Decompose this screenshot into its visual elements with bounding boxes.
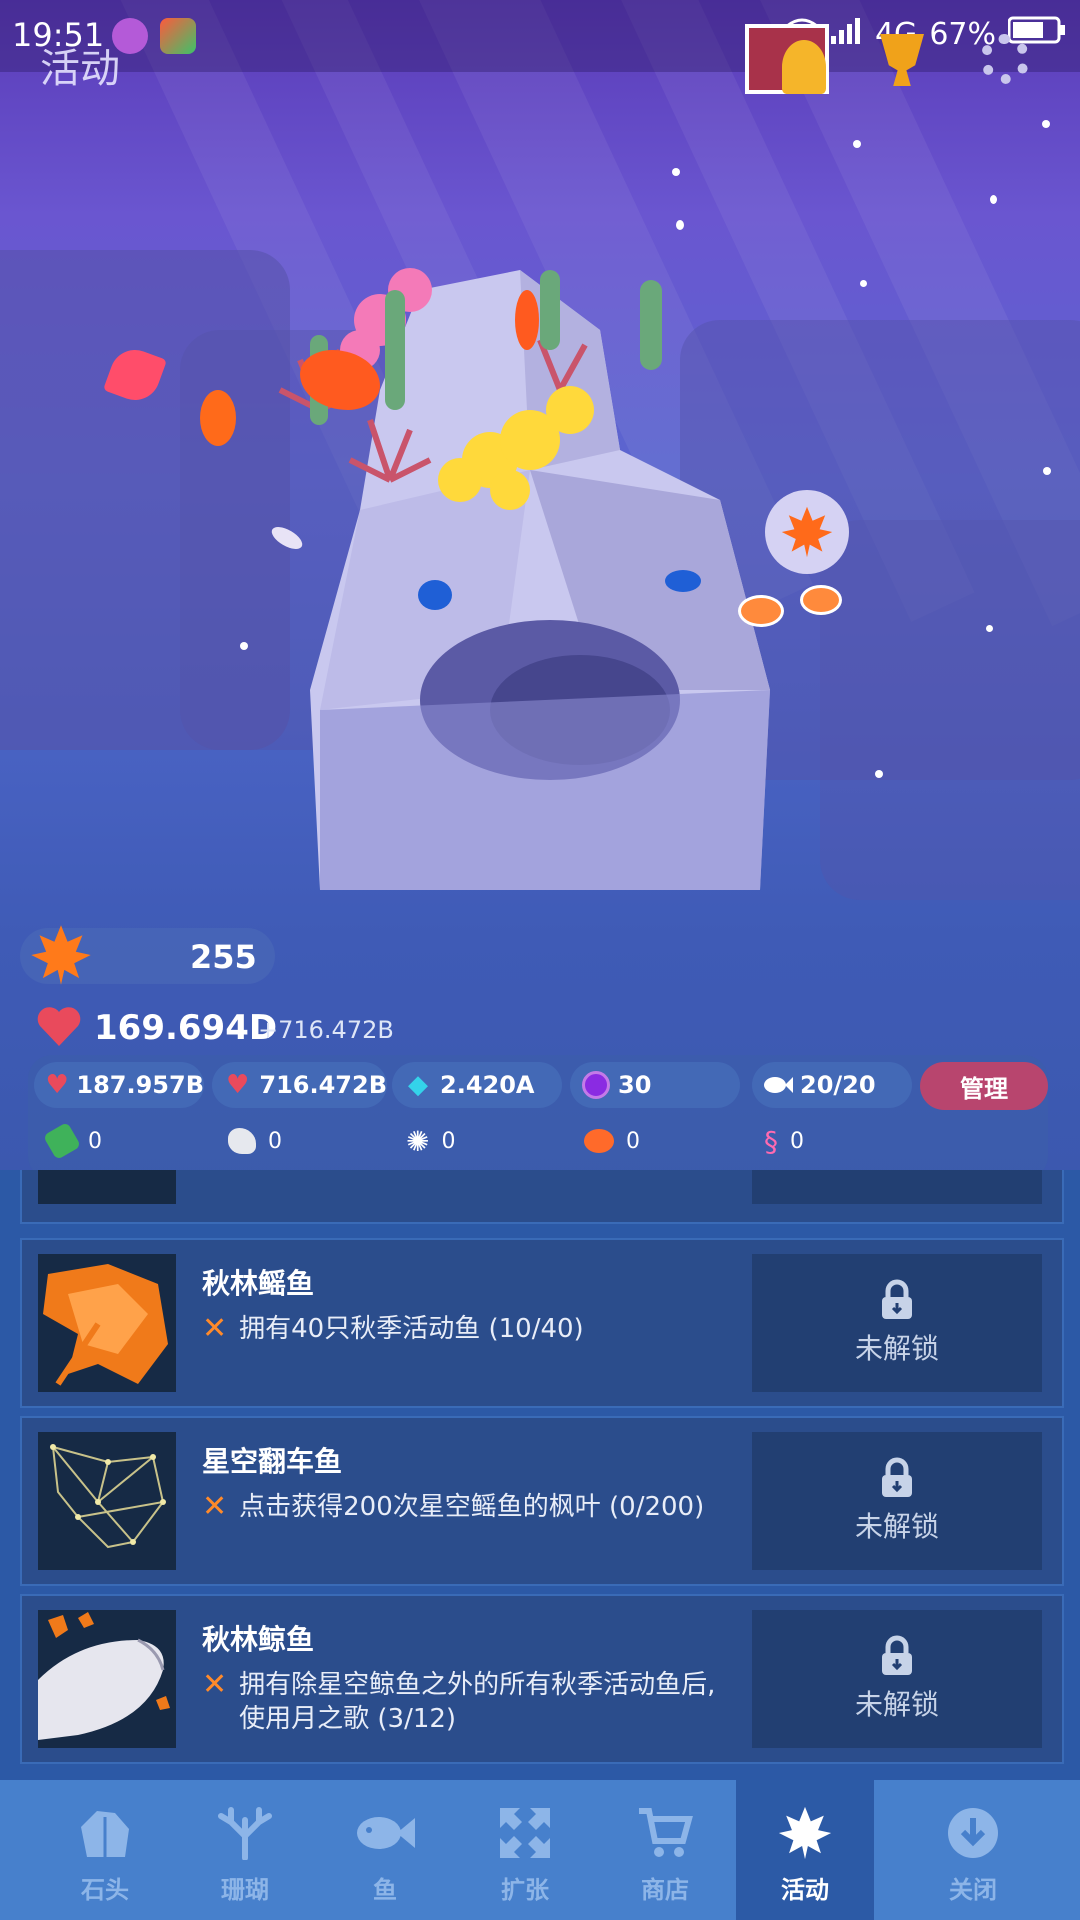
fish-name: 星空翻车鱼 xyxy=(202,1445,343,1478)
tap-value: 187.957B xyxy=(76,1071,204,1099)
urchin-icon: ✺ xyxy=(406,1124,430,1158)
heart-timer-icon: ♥ xyxy=(226,1070,250,1100)
fish-thumbnail xyxy=(38,1610,176,1748)
maple-fish[interactable] xyxy=(200,390,236,446)
coral-garden xyxy=(278,268,662,510)
seaweed-icon xyxy=(42,1121,82,1161)
maple-whale-image xyxy=(38,1612,170,1740)
list-item[interactable]: 星空翻车鱼 ✕ 点击获得200次星空鳐鱼的枫叶 (0/200) 未解锁 xyxy=(20,1416,1064,1586)
bottom-tab-bar: 石头 珊瑚 鱼 扩张 商店 活动 关闭 xyxy=(0,1780,1080,1920)
fish-count-value: 20/20 xyxy=(800,1071,876,1099)
unlock-condition: ✕ 拥有除星空鲸鱼之外的所有秋季活动鱼后, 使用月之歌 (3/12) xyxy=(202,1667,716,1735)
vitality-total: 169.694D xyxy=(94,1008,278,1048)
unlock-condition: ✕ 拥有40只秋季活动鱼 (10/40) xyxy=(202,1311,584,1346)
item-seaweed: 0 xyxy=(42,1120,102,1162)
medal-icon[interactable] xyxy=(782,40,826,94)
maple-leaf-icon xyxy=(776,1804,834,1862)
maple-ray-image xyxy=(43,1264,168,1386)
tap-value-stat: ♥ 187.957B xyxy=(34,1062,204,1108)
fish-icon xyxy=(762,1069,794,1101)
list-item[interactable]: 秋林鲸鱼 ✕ 拥有除星空鲸鱼之外的所有秋季活动鱼后, 使用月之歌 (3/12) … xyxy=(20,1594,1064,1764)
vitality-display: 169.694D +716.472B xyxy=(30,1002,394,1058)
constellation-sunfish-image xyxy=(50,1444,166,1549)
settings-gear-icon[interactable] xyxy=(980,34,1030,84)
tab-close[interactable]: 关闭 xyxy=(904,1780,1042,1920)
maple-count: 255 xyxy=(190,938,257,976)
pearls-value: 30 xyxy=(618,1071,652,1099)
per-second-value: 716.472B xyxy=(259,1071,387,1099)
lock-icon xyxy=(882,1457,912,1497)
rock-icon xyxy=(77,1804,133,1862)
clownfish[interactable] xyxy=(800,585,842,615)
lock-icon xyxy=(882,1635,912,1675)
cross-icon: ✕ xyxy=(202,1489,228,1524)
shell-icon xyxy=(228,1128,256,1154)
locked-badge xyxy=(752,1170,1042,1204)
fish-thumbnail xyxy=(38,1254,176,1392)
lock-icon xyxy=(882,1279,912,1319)
gems-value: 2.420A xyxy=(440,1071,535,1099)
unlock-button[interactable]: 未解锁 xyxy=(752,1610,1042,1748)
item-crab: 0 xyxy=(584,1120,640,1162)
unlock-button[interactable]: 未解锁 xyxy=(752,1254,1042,1392)
fish-thumbnail xyxy=(38,1432,176,1570)
close-down-icon xyxy=(946,1804,1000,1862)
list-item[interactable]: 秋林鳐鱼 ✕ 拥有40只秋季活动鱼 (10/40) 未解锁 xyxy=(20,1238,1064,1408)
item-shell: 0 xyxy=(228,1120,282,1162)
cart-icon xyxy=(637,1804,693,1862)
coral-icon xyxy=(217,1804,273,1862)
tab-shop[interactable]: 商店 xyxy=(596,1780,734,1920)
diamond-icon: ◆ xyxy=(408,1070,428,1100)
item-urchin: ✺ 0 xyxy=(406,1124,456,1158)
blue-tang-fish[interactable] xyxy=(665,570,701,592)
fish-name: 秋林鳐鱼 xyxy=(202,1267,315,1300)
pearl-icon xyxy=(580,1069,612,1101)
aquarium-scene[interactable]: 19:51 4G 67% 活动 255 169.694D +716.472B xyxy=(0,0,1080,1200)
pearls-stat: 30 xyxy=(570,1062,740,1108)
seahorse-icon: § xyxy=(764,1124,778,1158)
app-store-icon xyxy=(160,18,196,54)
fish-icon xyxy=(355,1804,415,1862)
maple-fish[interactable] xyxy=(515,290,539,350)
clownfish[interactable] xyxy=(738,595,784,627)
unlock-button[interactable]: 未解锁 xyxy=(752,1432,1042,1570)
heart-tap-icon: ♥ xyxy=(45,1070,69,1100)
per-second-stat: ♥ 716.472B xyxy=(212,1062,387,1108)
cross-icon: ✕ xyxy=(202,1667,228,1702)
blue-tang-fish[interactable] xyxy=(418,580,452,610)
fish-name: 秋林鲸鱼 xyxy=(202,1623,315,1656)
maple-leaf-icon xyxy=(781,506,833,558)
expand-icon xyxy=(498,1804,552,1862)
signal-icon xyxy=(830,17,863,52)
vitality-rate: +716.472B xyxy=(258,1016,394,1044)
tab-coral[interactable]: 珊瑚 xyxy=(176,1780,314,1920)
unlock-condition: ✕ 点击获得200次星空鳐鱼的枫叶 (0/200) xyxy=(202,1489,705,1524)
tab-activity[interactable]: 活动 xyxy=(736,1780,874,1920)
gems-stat: ◆ 2.420A xyxy=(392,1062,562,1108)
maple-currency: 255 xyxy=(20,925,275,985)
tab-expand[interactable]: 扩张 xyxy=(456,1780,594,1920)
maple-leaf-bubble[interactable] xyxy=(765,490,849,574)
manage-button[interactable]: 管理 xyxy=(920,1062,1048,1110)
list-item[interactable] xyxy=(20,1170,1064,1224)
cross-icon: ✕ xyxy=(202,1311,228,1346)
screen-title: 活动 xyxy=(40,46,120,92)
tab-rock[interactable]: 石头 xyxy=(36,1780,174,1920)
crab-icon xyxy=(584,1129,614,1153)
event-fish-list[interactable]: 秋林鳐鱼 ✕ 拥有40只秋季活动鱼 (10/40) 未解锁 星空翻车鱼 ✕ 点击… xyxy=(0,1170,1080,1780)
maple-leaf-icon xyxy=(31,925,91,985)
item-seahorse: § 0 xyxy=(764,1124,804,1158)
fish-count-stat: 20/20 xyxy=(752,1062,912,1108)
tab-fish[interactable]: 鱼 xyxy=(316,1780,454,1920)
fish-thumbnail xyxy=(38,1170,176,1204)
heart-icon xyxy=(37,1007,81,1046)
